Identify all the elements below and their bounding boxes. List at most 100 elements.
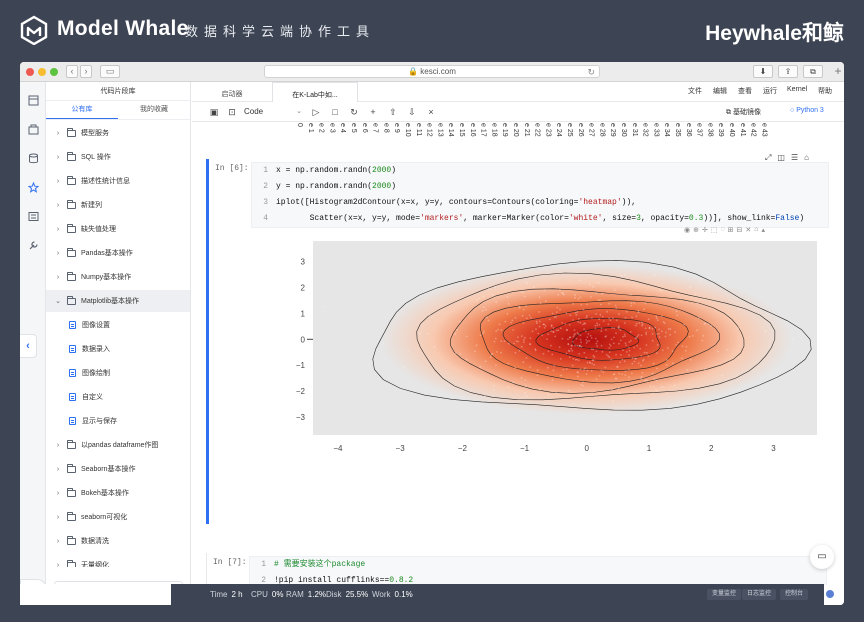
download-icon[interactable]: ⬇ (753, 65, 773, 78)
package-icon[interactable] (27, 123, 39, 135)
scatter-point (576, 371, 579, 373)
new-tab-icon[interactable]: + (832, 62, 844, 82)
scatter-point (629, 330, 632, 333)
restart-icon[interactable]: ↻ (348, 106, 360, 118)
menu-item[interactable]: 帮助 (818, 86, 832, 96)
database-icon[interactable] (27, 152, 39, 164)
address-text: 🔒 kesci.com (408, 67, 456, 76)
reload-icon[interactable]: ↻ (587, 66, 595, 78)
wrench-icon[interactable] (27, 239, 39, 251)
autoscale-icon[interactable]: ✕ (745, 226, 751, 234)
delete-cell-icon[interactable]: × (425, 106, 437, 118)
scatter-point (666, 359, 668, 361)
tree-folder[interactable]: › 缺失值处理 (46, 218, 190, 240)
menu-item[interactable]: 文件 (688, 86, 702, 96)
code-editor[interactable]: 1 # 需要安装这个package 2 !pip install cufflinks=… (249, 556, 827, 585)
scatter-point (696, 301, 699, 304)
status-button[interactable]: 变量监控 (707, 589, 742, 600)
zoom-out-icon[interactable]: ⊟ (737, 226, 743, 234)
tree-folder[interactable]: › seaborn可视化 (46, 506, 190, 528)
tree-item-label: 数据清洗 (81, 538, 109, 545)
menu-item[interactable]: 运行 (763, 86, 777, 96)
scatter-point (479, 365, 482, 368)
tabs-overview-icon[interactable]: ⧉ (803, 65, 823, 78)
code-cell-6[interactable]: In [6]: 1 x = np.random.randn(2000) 2 y = n… (206, 159, 831, 524)
scatter-point (538, 311, 540, 313)
run-icon[interactable]: ▷ (310, 106, 322, 118)
move-up-icon[interactable]: ⇧ (387, 106, 399, 118)
dashboard-icon[interactable] (27, 94, 39, 106)
share-icon[interactable]: ⇪ (778, 65, 798, 78)
tree-folder[interactable]: › 模型服务 (46, 122, 190, 144)
lasso-icon[interactable]: ◌ (720, 226, 724, 234)
zoom-icon[interactable]: ⊕ (693, 226, 699, 234)
tree-file[interactable]: 显示与保存 (46, 410, 190, 432)
pan-icon[interactable]: ✛ (702, 226, 708, 234)
tree-file[interactable]: 图像设置 (46, 314, 190, 336)
tree-folder[interactable]: › Numpy基本操作 (46, 266, 190, 288)
tree-folder[interactable]: ⌄ Matplotlib基本操作 (46, 290, 190, 312)
tree-file[interactable]: 自定义 (46, 386, 190, 408)
collapse-panel-button[interactable]: ‹ (20, 334, 37, 358)
cell-type-select[interactable]: Code ⌄ (244, 106, 302, 118)
tab-notebook[interactable]: 在K-Lab中如... (272, 82, 358, 102)
minimize-window-icon[interactable] (38, 68, 46, 76)
menu-item[interactable]: 查看 (738, 86, 752, 96)
scatter-point (592, 348, 595, 351)
notebook-content[interactable]: 0e 1e 2e 3e 4e 5e 6e 7e 8e 9e 10 e 11 e 12… (192, 123, 844, 585)
scatter-point (598, 318, 601, 321)
star-icon[interactable] (27, 181, 39, 193)
menu-item[interactable]: Kernel (787, 86, 807, 93)
scatter-point (598, 323, 601, 326)
back-icon[interactable]: ‹ (66, 65, 78, 78)
status-button[interactable]: 日志监控 (742, 589, 777, 600)
box-select-icon[interactable]: ⬚ (711, 226, 718, 234)
snapshot-icon[interactable]: ⊡ (226, 106, 238, 118)
env-button[interactable]: ⧉ 基础镜像 (726, 107, 761, 117)
status-button[interactable]: 控制台 (780, 589, 809, 600)
scatter-point (671, 350, 674, 353)
forward-icon[interactable]: › (80, 65, 92, 78)
tree-file[interactable]: 数据录入 (46, 338, 190, 360)
list-icon[interactable] (27, 210, 39, 222)
stop-icon[interactable]: □ (329, 106, 341, 118)
sidebar-toggle-icon[interactable]: ▭ (100, 65, 120, 78)
tree-folder[interactable]: › 以pandas dataframe作图 (46, 434, 190, 456)
contour-plot[interactable]: −4 −3 −2 −1 0 1 2 3 3 2 1 0 −1 −2 −3 (269, 241, 829, 501)
tab-launcher[interactable]: 启动器 (192, 82, 272, 102)
kernel-status[interactable]: ○ Python 3 (790, 107, 824, 114)
tab-public-library[interactable]: 公有库 (46, 101, 118, 119)
tree-folder[interactable]: › Bokeh基本操作 (46, 482, 190, 504)
maximize-window-icon[interactable] (50, 68, 58, 76)
chat-icon[interactable]: ▭ (810, 545, 834, 569)
globe-icon[interactable] (826, 590, 834, 598)
menu-item[interactable]: 编辑 (713, 86, 727, 96)
tab-my-favorites[interactable]: 我的收藏 (118, 101, 190, 119)
reset-axes-icon[interactable]: ⌂ (754, 226, 758, 234)
add-cell-icon[interactable]: + (367, 106, 379, 118)
tree-folder[interactable]: › SQL 操作 (46, 146, 190, 168)
move-down-icon[interactable]: ⇩ (406, 106, 418, 118)
x-tick-label: 2 (709, 444, 714, 453)
camera-icon[interactable]: ◉ (684, 226, 690, 234)
tree-file[interactable]: 图像绘制 (46, 362, 190, 384)
code-editor[interactable]: 1 x = np.random.randn(2000) 2 y = np.random… (251, 162, 829, 228)
scatter-point (631, 362, 634, 365)
scatter-point (536, 322, 538, 325)
close-window-icon[interactable] (26, 68, 34, 76)
save-icon[interactable]: ▣ (208, 106, 220, 118)
zoom-in-icon[interactable]: ⊞ (728, 226, 734, 234)
scatter-point (324, 306, 327, 308)
scatter-point (612, 342, 615, 345)
tree-folder[interactable]: › 无量纲化 (46, 554, 190, 567)
address-bar[interactable]: 🔒 kesci.com ↻ (264, 65, 600, 78)
scatter-point (522, 290, 525, 293)
x-tick-label: −1 (520, 444, 530, 453)
scatter-point (605, 329, 607, 331)
tree-folder[interactable]: › 新建列 (46, 194, 190, 216)
tree-folder[interactable]: › 描述性统计信息 (46, 170, 190, 192)
tree-folder[interactable]: › 数据清洗 (46, 530, 190, 552)
tree-folder[interactable]: › Pandas基本操作 (46, 242, 190, 264)
code-cell-7[interactable]: In [7]: 1 # 需要安装这个package 2 !pip install cu… (206, 553, 831, 585)
tree-folder[interactable]: › Seaborn基本操作 (46, 458, 190, 480)
